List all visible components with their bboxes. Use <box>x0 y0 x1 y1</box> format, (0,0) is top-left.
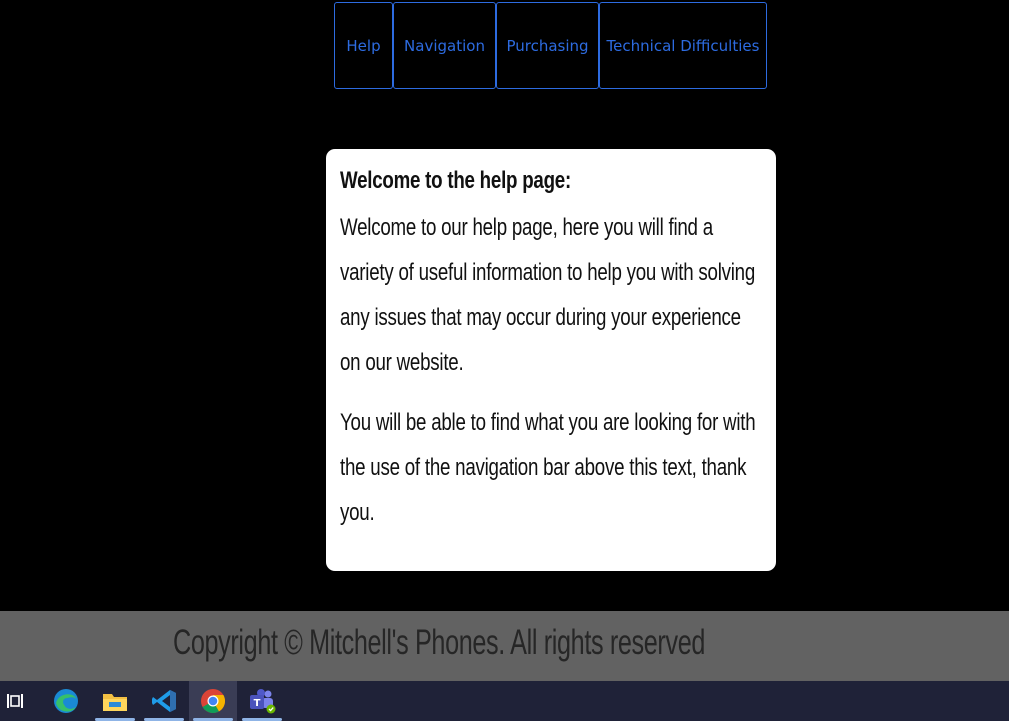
nav-purchasing-button[interactable]: Purchasing <box>496 2 599 89</box>
help-intro-paragraph: Welcome to our help page, here you will … <box>340 214 756 376</box>
nav-help-button[interactable]: Help <box>334 2 393 89</box>
task-view-icon[interactable] <box>0 681 30 721</box>
file-explorer-icon[interactable] <box>91 681 139 721</box>
help-card: Welcome to the help page: Welcome to our… <box>326 149 776 571</box>
help-nav-bar: Help Navigation Purchasing Technical Dif… <box>334 2 767 89</box>
svg-text:T: T <box>254 698 261 709</box>
page-title: Welcome to the help page: <box>340 167 571 194</box>
page-footer: Copyright © Mitchell's Phones. All right… <box>0 611 1009 681</box>
vscode-icon[interactable] <box>140 681 188 721</box>
windows-taskbar: T <box>0 681 1009 721</box>
teams-icon[interactable]: T <box>238 681 286 721</box>
nav-navigation-button[interactable]: Navigation <box>393 2 496 89</box>
nav-technical-difficulties-button[interactable]: Technical Difficulties <box>599 2 767 89</box>
help-navigation-paragraph: You will be able to find what you are lo… <box>340 409 756 526</box>
chrome-icon[interactable] <box>189 681 237 721</box>
edge-icon[interactable] <box>42 681 90 721</box>
copyright-text: Copyright © Mitchell's Phones. All right… <box>173 623 706 662</box>
